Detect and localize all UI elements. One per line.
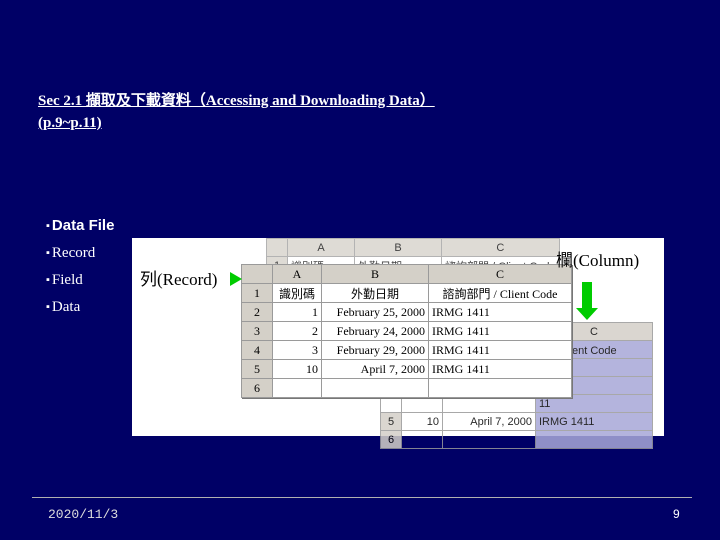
row-header: 5 [380, 412, 402, 431]
cell: IRMG 1411 [428, 359, 572, 379]
row-header: 6 [241, 378, 273, 398]
cell: 10 [272, 359, 322, 379]
col-header: C [441, 238, 560, 257]
title-line-2: (p.9~p.11) [38, 115, 102, 131]
cell: 2 [272, 321, 322, 341]
cell [321, 378, 429, 398]
row-header: 1 [241, 283, 273, 303]
cell: 10 [401, 412, 443, 431]
row-header: 2 [241, 302, 273, 322]
page-number: 9 [673, 507, 680, 521]
table-row: 2 1 February 25, 2000 IRMG 1411 [241, 302, 572, 322]
col-header: A [287, 238, 355, 257]
front-spreadsheet: A B C 1 識別碼 外勤日期 諮詢部門 / Client Code 2 1 … [241, 264, 572, 398]
bullet-record: Record [46, 240, 114, 267]
cell [428, 378, 572, 398]
cell: IRMG 1411 [428, 340, 572, 360]
bullet-data-file: Data File [46, 212, 115, 240]
cell: 1 [272, 302, 322, 322]
column-caption: 欄(Column) [556, 251, 640, 270]
bullet-data: Data [46, 294, 114, 321]
cell: April 7, 2000 [442, 412, 536, 431]
col-header: C [428, 264, 572, 284]
record-caption: 列(Record) [140, 270, 218, 289]
col-header: B [321, 264, 429, 284]
cell: 外勤日期 [321, 283, 429, 303]
bullet-list: Data File Record Field Data [46, 212, 115, 321]
cell: IRMG 1411 [428, 302, 572, 322]
row-header: 5 [241, 359, 273, 379]
cell: February 24, 2000 [321, 321, 429, 341]
bullet-field: Field [46, 267, 114, 294]
col-header: A [272, 264, 322, 284]
table-row: 3 2 February 24, 2000 IRMG 1411 [241, 321, 572, 341]
row-header: 3 [241, 321, 273, 341]
cell: 識別碼 [272, 283, 322, 303]
footer-date: 2020/11/3 [48, 507, 119, 522]
column-arrow-icon [576, 282, 598, 320]
cell: April 7, 2000 [321, 359, 429, 379]
cell: February 25, 2000 [321, 302, 429, 322]
table-row: 6 [241, 378, 572, 398]
cell: 3 [272, 340, 322, 360]
row-header: 6 [380, 430, 402, 449]
table-row: 4 3 February 29, 2000 IRMG 1411 [241, 340, 572, 360]
cell: IRMG 1411 [428, 321, 572, 341]
slide-title: Sec 2.1 擷取及下載資料（Accessing and Downloadin… [38, 90, 435, 134]
title-line-1: Sec 2.1 擷取及下載資料（Accessing and Downloadin… [38, 93, 435, 109]
row-header: 4 [241, 340, 273, 360]
col-header: B [354, 238, 442, 257]
spreadsheet-figure: A B C 1 識別碼 外勤日期 諮詢部門 / Client Code C 門 … [132, 238, 664, 449]
cell: February 29, 2000 [321, 340, 429, 360]
footer-divider [32, 497, 692, 498]
cell: IRMG 1411 [535, 412, 653, 431]
record-arrow-icon [230, 272, 242, 286]
cell: 諮詢部門 / Client Code [428, 283, 572, 303]
cell [272, 378, 322, 398]
table-row: 5 10 April 7, 2000 IRMG 1411 [241, 359, 572, 379]
